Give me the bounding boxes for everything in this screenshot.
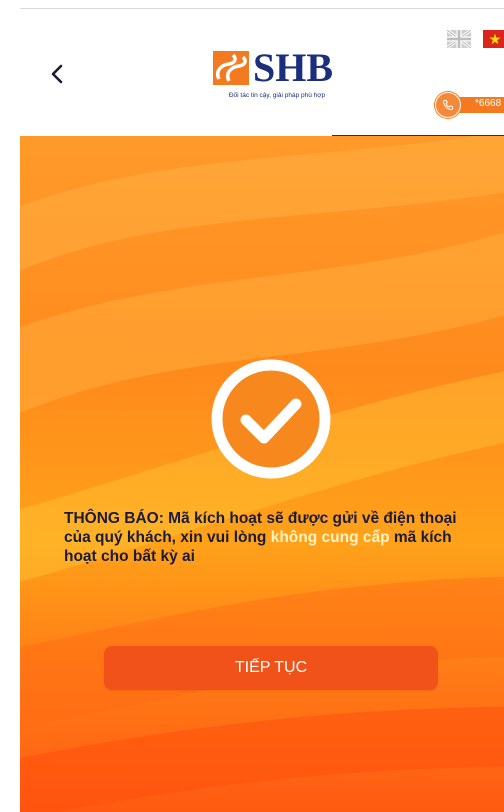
notice-highlight: không cung cấp bbox=[270, 529, 390, 546]
hotline-button[interactable]: *6668 bbox=[435, 92, 504, 118]
hotline-circle bbox=[435, 92, 461, 118]
shb-logo-mark-icon bbox=[213, 51, 249, 85]
activation-notice-panel: THÔNG BÁO: Mã kích hoạt sẽ được gửi về đ… bbox=[20, 136, 504, 812]
uk-flag-icon[interactable] bbox=[447, 30, 471, 48]
activation-notice: THÔNG BÁO: Mã kích hoạt sẽ được gửi về đ… bbox=[64, 509, 484, 566]
hotline-label: *6668 bbox=[475, 98, 502, 109]
brand-name: SHB bbox=[253, 45, 334, 90]
check-circle-icon bbox=[211, 359, 331, 479]
app-header: SHB Đối tác tin cậy, giải pháp phù hợp *… bbox=[20, 9, 504, 136]
chevron-left-icon bbox=[51, 64, 63, 84]
back-button[interactable] bbox=[42, 57, 72, 91]
phone-icon bbox=[442, 100, 453, 111]
shb-logo: SHB Đối tác tin cậy, giải pháp phù hợp bbox=[213, 45, 343, 105]
brand-tagline: Đối tác tin cậy, giải pháp phù hợp bbox=[228, 92, 326, 99]
continue-button[interactable]: TIẾP TỤC bbox=[104, 646, 438, 690]
vn-flag-icon[interactable] bbox=[483, 30, 504, 48]
